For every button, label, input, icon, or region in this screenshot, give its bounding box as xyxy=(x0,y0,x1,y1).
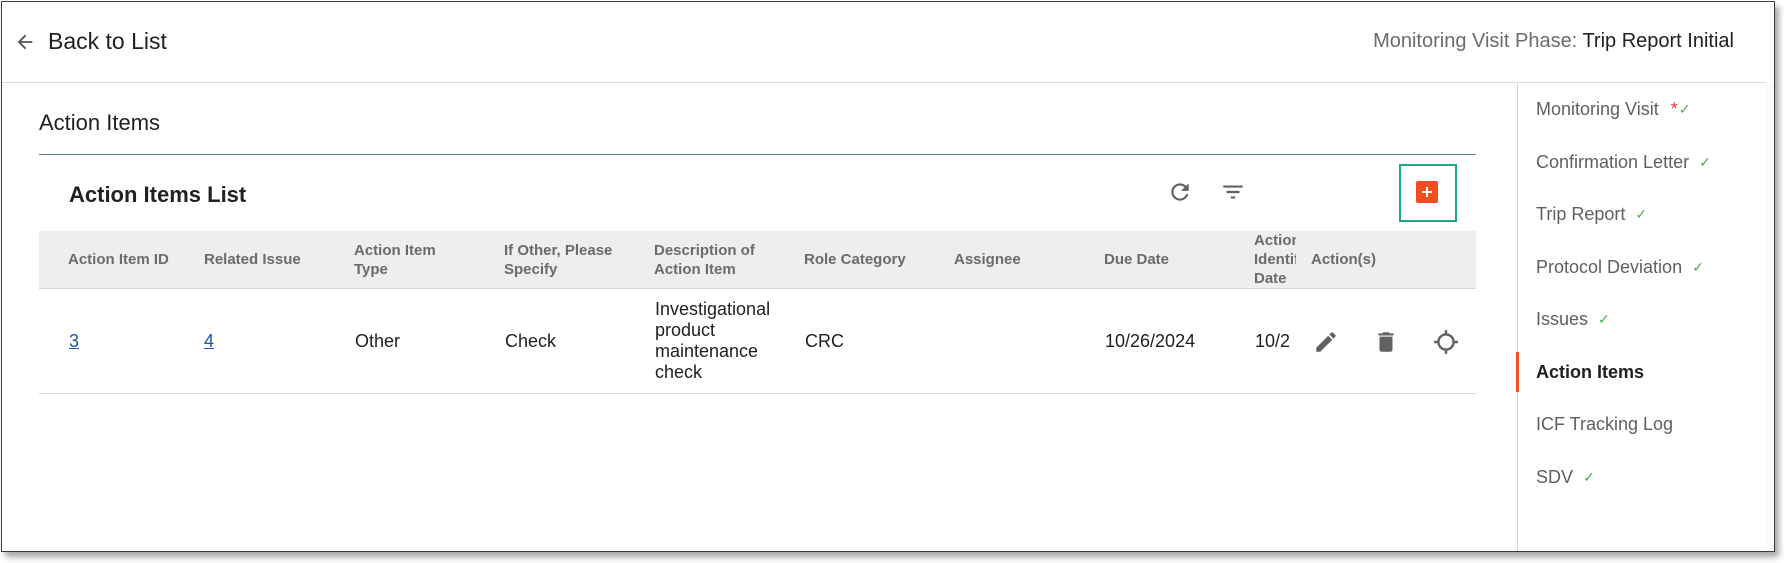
sidebar-item-issues[interactable]: Issues ✓ xyxy=(1518,299,1758,339)
sidebar-item-label: Confirmation Letter xyxy=(1536,151,1690,172)
column-header-role-category[interactable]: Role Category xyxy=(804,231,924,288)
list-title: Action Items List xyxy=(69,182,247,207)
cell-identified-date: 10/2 xyxy=(1255,330,1291,351)
sidebar-item-trip-report[interactable]: Trip Report ✓ xyxy=(1518,194,1758,234)
column-header-due-date[interactable]: Due Date xyxy=(1104,231,1224,288)
sidebar-item-label: Monitoring Visit xyxy=(1536,98,1659,119)
cell-if-other: Check xyxy=(505,330,557,351)
table-header: Action Item ID Related Issue Action Item… xyxy=(39,231,1476,289)
related-issue-link[interactable]: 4 xyxy=(204,331,214,352)
cell-description: Investigational product maintenance chec… xyxy=(655,299,771,382)
sidebar-item-monitoring-visit[interactable]: Monitoring Visit * ✓ xyxy=(1518,89,1758,129)
column-header-assignee[interactable]: Assignee xyxy=(954,231,1074,288)
sidebar-item-label: Protocol Deviation xyxy=(1536,256,1683,277)
required-marker: * xyxy=(1670,98,1678,119)
column-header-actions: Action(s) xyxy=(1311,251,1376,268)
phase-label: Monitoring Visit Phase: xyxy=(1373,30,1578,52)
filter-button[interactable] xyxy=(1218,177,1248,207)
phase-indicator: Monitoring Visit Phase: Trip Report Init… xyxy=(1373,30,1734,53)
cell-due-date: 10/26/2024 xyxy=(1105,330,1196,351)
sidebar-item-label: SDV xyxy=(1536,466,1574,487)
arrow-left-icon xyxy=(17,34,33,49)
sidebar-item-label: Trip Report xyxy=(1536,203,1626,224)
refresh-button[interactable] xyxy=(1165,177,1195,207)
plus-box-icon xyxy=(1422,187,1432,197)
column-header-action-item-id[interactable]: Action Item ID xyxy=(68,231,178,288)
sidebar-item-label: ICF Tracking Log xyxy=(1536,413,1674,434)
cell-action-item-type: Other xyxy=(355,330,401,351)
cell-action-item-id: 3 xyxy=(69,289,179,393)
check-icon: ✓ xyxy=(1699,153,1711,170)
check-icon: ✓ xyxy=(1635,205,1648,222)
sidebar-item-label: Action Items xyxy=(1536,361,1645,382)
sidebar-scrollbar[interactable] xyxy=(1766,82,1774,551)
column-header-if-other[interactable]: If Other, Please Specify xyxy=(504,231,624,288)
app-window: Back to List Monitoring Visit Phase: Tri… xyxy=(1,1,1775,552)
sidebar-item-label: Issues xyxy=(1536,308,1589,329)
cell-role-category: CRC xyxy=(805,330,844,351)
top-bar: Back to List Monitoring Visit Phase: Tri… xyxy=(2,2,1774,83)
section-title: Action Items xyxy=(39,110,161,135)
sidebar-item-icf-tracking-log[interactable]: ICF Tracking Log xyxy=(1518,404,1758,444)
column-header-identified-date[interactable]: Action Identified Date xyxy=(1254,231,1296,288)
table-row: 3 4 Other Check Investigational product … xyxy=(39,289,1476,394)
sidebar-item-protocol-deviation[interactable]: Protocol Deviation ✓ xyxy=(1518,247,1758,287)
pencil-icon[interactable] xyxy=(1313,329,1339,355)
action-item-id-link[interactable]: 3 xyxy=(69,331,79,352)
phase-sidebar: Monitoring Visit * ✓ Confirmation Letter ✓ Tr… xyxy=(1516,82,1768,551)
crosshair-icon[interactable] xyxy=(1433,329,1459,355)
back-label: Back to List xyxy=(48,28,167,54)
sidebar-item-sdv[interactable]: SDV ✓ xyxy=(1518,457,1758,497)
cell-assignee xyxy=(955,289,1075,393)
filter-icon xyxy=(1223,185,1243,199)
column-header-description[interactable]: Description of Action Item xyxy=(654,231,774,288)
column-header-related-issue[interactable]: Related Issue xyxy=(204,231,324,288)
check-icon: ✓ xyxy=(1692,258,1704,275)
cell-related-issue: 4 xyxy=(204,289,324,393)
phase-value: Trip Report Initial xyxy=(1582,30,1734,52)
sidebar-item-confirmation-letter[interactable]: Confirmation Letter ✓ xyxy=(1518,142,1758,182)
column-header-action-item-type[interactable]: Action Item Type xyxy=(354,231,464,288)
check-icon: ✓ xyxy=(1598,310,1610,327)
sidebar-item-action-items[interactable]: Action Items xyxy=(1516,352,1758,392)
add-action-item-button[interactable] xyxy=(1416,181,1438,203)
section-divider xyxy=(39,154,1476,155)
check-icon: ✓ xyxy=(1583,468,1595,485)
trash-icon[interactable] xyxy=(1373,329,1399,355)
back-to-list-link[interactable]: Back to List xyxy=(14,28,167,55)
refresh-icon xyxy=(1171,183,1189,201)
check-icon: ✓ xyxy=(1678,100,1691,117)
